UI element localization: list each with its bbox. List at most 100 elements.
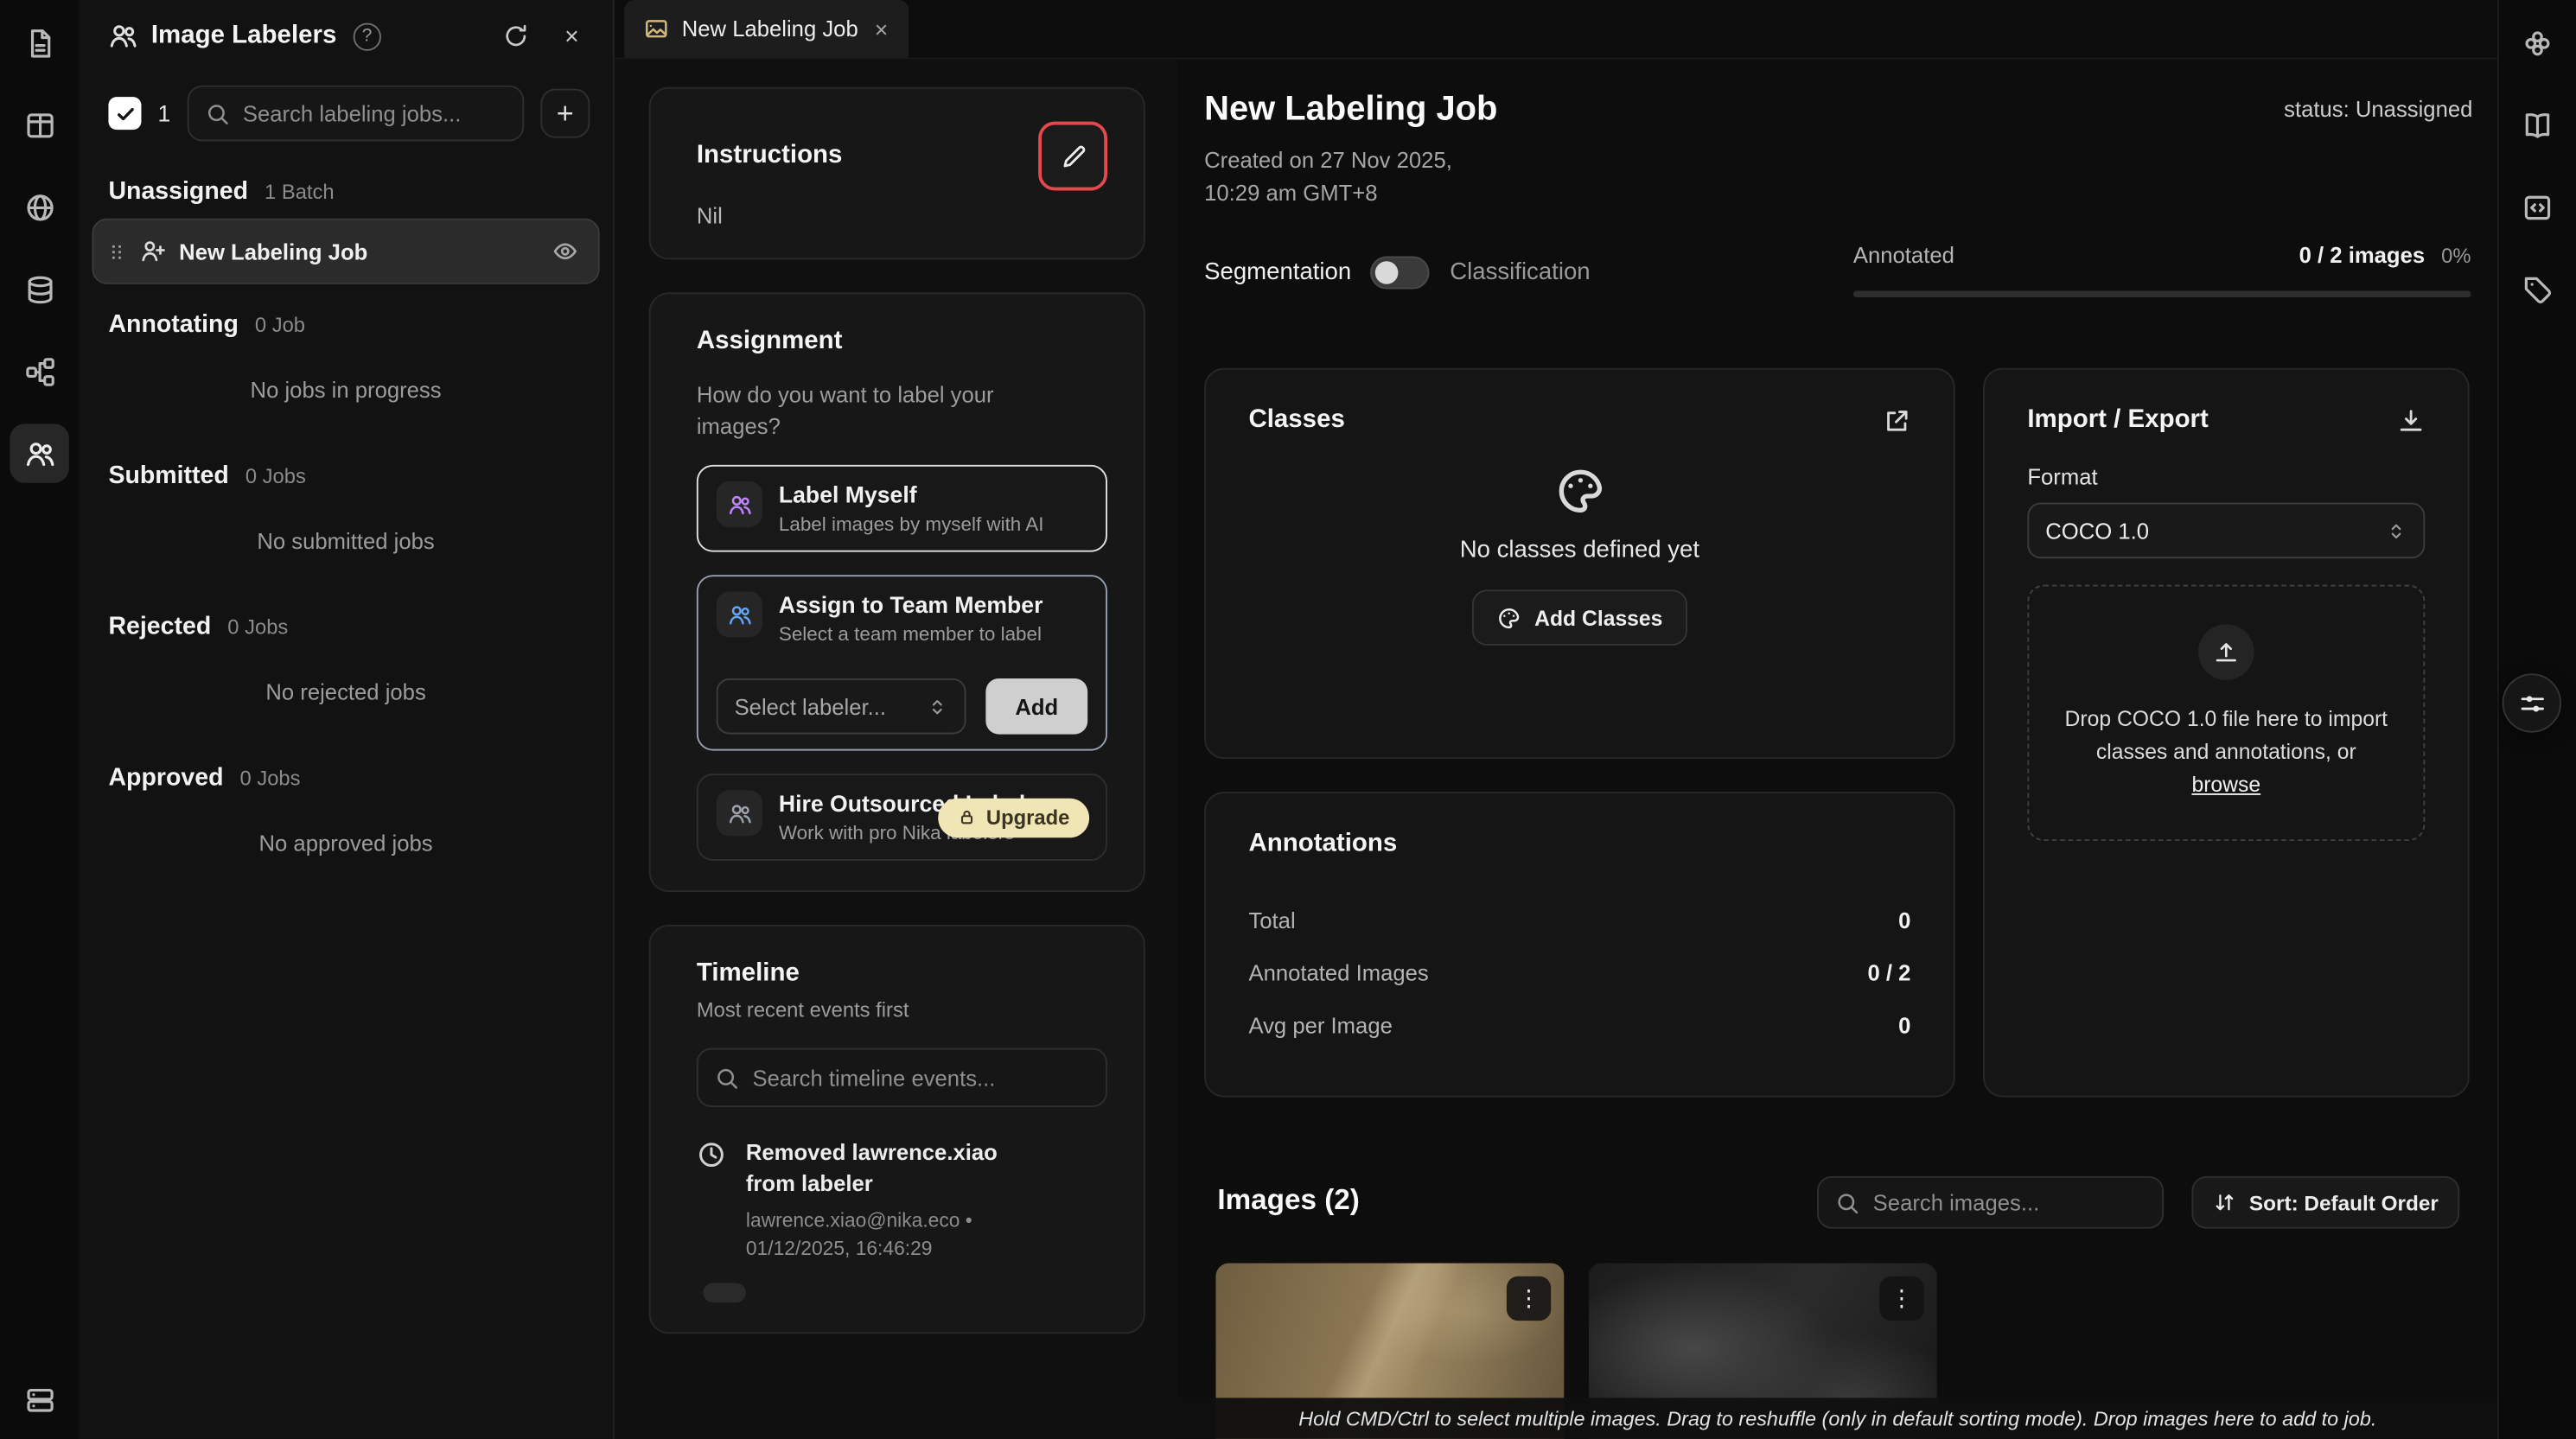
add-classes-button[interactable]: Add Classes	[1472, 589, 1687, 646]
section-count: 0 Job	[255, 314, 305, 337]
content-area: Instructions Nil Assignment How do you w…	[615, 59, 2497, 1439]
job-item-new-labeling-job[interactable]: New Labeling Job	[92, 219, 599, 284]
timeline-search[interactable]	[697, 1048, 1107, 1107]
event-title-line1: Removed lawrence.xiao	[746, 1137, 998, 1168]
format-value: COCO 1.0	[2045, 519, 2149, 544]
edit-instructions-button[interactable]	[1038, 122, 1107, 191]
kebab-menu-icon[interactable]: ⋮	[1879, 1277, 1923, 1321]
page-title: New Labeling Job	[1204, 91, 1497, 131]
selected-count: 1	[157, 100, 170, 126]
jobs-search-input[interactable]	[243, 101, 506, 126]
images-search-input[interactable]	[1873, 1190, 2146, 1215]
select-all-checkbox[interactable]	[108, 97, 141, 130]
empty-rejected: No rejected jobs	[79, 651, 613, 744]
rows-icon[interactable]	[10, 1370, 68, 1429]
main-panel: New Labeling Job status: Unassigned Crea…	[1178, 59, 2497, 1439]
palette-icon	[1496, 605, 1521, 630]
person-icon	[717, 790, 762, 836]
format-select[interactable]: COCO 1.0	[2027, 503, 2425, 559]
tab-label: New Labeling Job	[682, 16, 858, 41]
section-name: Rejected	[108, 613, 211, 640]
option-title: Label Myself	[779, 481, 1044, 507]
sidebar-toolbar: 1 +	[79, 73, 613, 158]
close-sidebar-button[interactable]: ×	[551, 15, 593, 57]
add-job-button[interactable]: +	[540, 89, 590, 138]
clock-icon	[697, 1140, 726, 1260]
documents-icon[interactable]	[10, 13, 68, 72]
layout-icon[interactable]	[10, 95, 68, 154]
external-link-icon[interactable]	[1883, 406, 1910, 434]
labelers-icon[interactable]	[10, 423, 68, 482]
tab-new-labeling-job[interactable]: New Labeling Job ×	[624, 0, 908, 58]
upgrade-badge[interactable]: Upgrade	[939, 798, 1089, 837]
import-export-title: Import / Export	[2027, 405, 2209, 435]
mode-switch-row: Segmentation Classification	[1204, 256, 1590, 289]
drag-handle-icon[interactable]	[107, 239, 127, 264]
tag-icon[interactable]	[2508, 259, 2566, 318]
chevron-updown-icon	[2386, 520, 2407, 542]
app-root: Image Labelers ? × 1 + Unassigned 1 Batc…	[0, 0, 2576, 1439]
toggle-knob	[1376, 261, 1400, 284]
option-assign-team-member[interactable]: Assign to Team Member Select a team memb…	[697, 575, 1107, 750]
empty-submitted: No submitted jobs	[79, 500, 613, 593]
workflow-icon[interactable]	[10, 341, 68, 400]
assignment-question: How do you want to label your images?	[697, 379, 1042, 442]
instructions-card: Instructions Nil	[649, 87, 1145, 260]
download-icon[interactable]	[2397, 406, 2425, 434]
timeline-card: Timeline Most recent events first Remove…	[649, 925, 1145, 1334]
classes-empty-text: No classes defined yet	[1460, 537, 1699, 563]
labeler-select[interactable]: Select labeler...	[717, 678, 966, 735]
search-icon	[205, 101, 230, 126]
event-meta: lawrence.xiao@nika.eco •	[746, 1209, 998, 1232]
section-rejected: Rejected 0 Jobs	[79, 593, 613, 651]
option-hire-outsourced[interactable]: Hire Outsourced Labeler Work with pro Ni…	[697, 774, 1107, 861]
database-icon[interactable]	[10, 259, 68, 318]
event-title-line2: from labeler	[746, 1168, 998, 1199]
job-detail-panel: Instructions Nil Assignment How do you w…	[615, 59, 1178, 1439]
kebab-menu-icon[interactable]: ⋮	[1507, 1277, 1551, 1321]
event-timestamp: 01/12/2025, 16:46:29	[746, 1237, 998, 1260]
people-icon	[717, 591, 762, 637]
created-timestamp: Created on 27 Nov 2025, 10:29 am GMT+8	[1204, 144, 1452, 210]
annotations-row-avg: Avg per Image 0	[1248, 1014, 1910, 1039]
lock-icon	[959, 808, 977, 826]
code-icon[interactable]	[2508, 177, 2566, 236]
search-icon	[715, 1066, 740, 1091]
progress-bar	[1853, 290, 2471, 297]
sort-label: Sort: Default Order	[2249, 1190, 2439, 1215]
sort-button[interactable]: Sort: Default Order	[2191, 1176, 2459, 1229]
sort-icon	[2213, 1191, 2236, 1214]
sliders-icon	[2518, 689, 2546, 716]
images-search[interactable]	[1817, 1176, 2164, 1229]
section-unassigned: Unassigned 1 Batch	[79, 157, 613, 215]
annotations-title: Annotations	[1248, 830, 1397, 857]
option-label-myself[interactable]: Label Myself Label images by myself with…	[697, 465, 1107, 552]
add-labeler-button[interactable]: Add	[985, 678, 1087, 735]
tab-close-icon[interactable]: ×	[875, 16, 889, 41]
instructions-title: Instructions	[697, 141, 843, 170]
right-icon-rail	[2497, 0, 2576, 1439]
images-hint-bar: Hold CMD/Ctrl to select multiple images.…	[1178, 1398, 2497, 1439]
import-dropzone[interactable]: Drop COCO 1.0 file here to import classe…	[2027, 585, 2425, 841]
browse-link[interactable]: browse	[2191, 772, 2260, 797]
refresh-button[interactable]	[494, 15, 537, 57]
jobs-search[interactable]	[187, 86, 524, 142]
eye-icon[interactable]	[552, 239, 578, 264]
chevron-updown-icon	[927, 696, 948, 717]
progress-label: Annotated	[1853, 243, 1954, 268]
flower-icon[interactable]	[2508, 13, 2566, 72]
images-section-title: Images (2)	[1217, 1182, 1360, 1217]
timeline-search-input[interactable]	[752, 1066, 1089, 1091]
sidebar-title: Image Labelers	[151, 22, 337, 51]
mode-toggle[interactable]	[1371, 256, 1430, 289]
section-approved: Approved 0 Jobs	[79, 744, 613, 802]
search-icon	[1835, 1190, 1860, 1215]
person-icon	[717, 481, 762, 527]
timeline-title: Timeline	[697, 959, 800, 987]
help-icon[interactable]: ?	[353, 22, 380, 50]
book-icon[interactable]	[2508, 95, 2566, 154]
annotation-progress: Annotated 0 / 2 images 0%	[1853, 243, 2471, 297]
sliders-button[interactable]	[2503, 673, 2561, 732]
annotations-row-images: Annotated Images 0 / 2	[1248, 961, 1910, 986]
globe-icon[interactable]	[10, 177, 68, 236]
